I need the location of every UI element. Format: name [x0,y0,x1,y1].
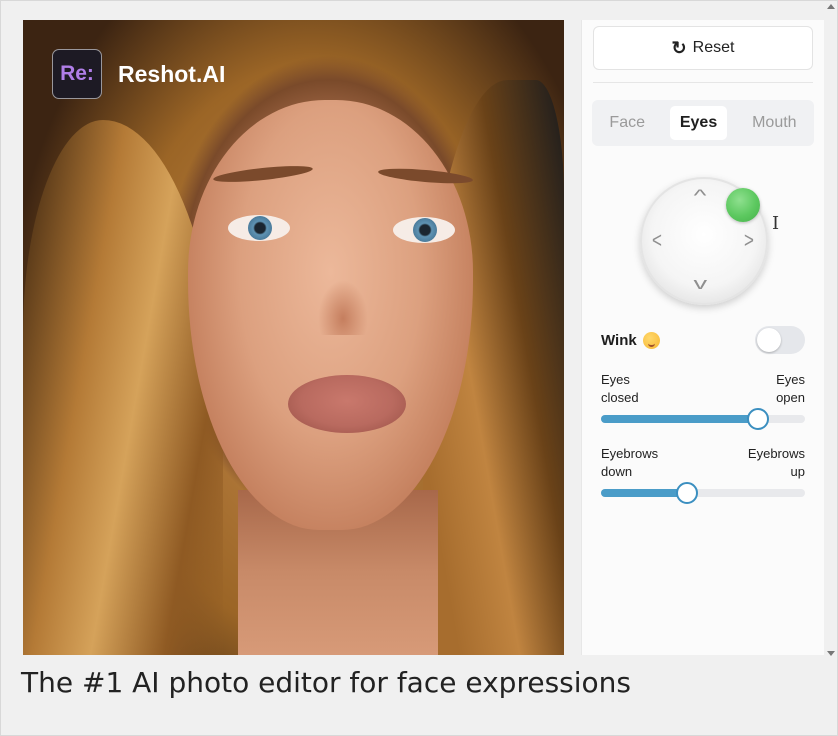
left-eye [228,215,290,241]
lips [288,375,406,433]
caption: The #1 AI photo editor for face expressi… [21,666,631,699]
tab-eyes[interactable]: Eyes [669,106,728,140]
toggle-knob [757,328,781,352]
eyes-open-label: Eyes open [776,372,805,405]
tab-face[interactable]: Face [599,106,655,140]
divider [593,82,813,83]
chevron-right-icon[interactable]: > [744,229,754,251]
nose [318,280,368,335]
eyes-slider-thumb[interactable] [747,408,770,430]
eyebrows-down-label: Eyebrows down [601,446,659,479]
eyebrows-up-label: Eyebrows up [747,446,805,479]
brand: Re: Reshot.AI [52,49,225,99]
wink-row: Wink [601,325,805,355]
eyebrows-slider-labels: Eyebrows down Eyebrows up [601,445,805,481]
wink-text: Wink [601,331,637,349]
refresh-icon: ↻ [671,37,687,58]
text-cursor-icon: I [772,213,780,234]
wink-label: Wink [601,331,660,349]
brand-logo: Re: [52,49,102,99]
chevron-up-icon[interactable]: ^ [694,187,707,204]
video-frame: Re: Reshot.AI ↻ Reset Face Eyes Mouth ^ … [0,0,838,736]
hair-left [23,120,223,655]
scroll-down-icon[interactable] [827,651,835,656]
wink-toggle[interactable] [755,326,805,354]
right-eye [393,217,455,243]
eyes-slider-labels: Eyes closed Eyes open [601,371,805,407]
reset-button[interactable]: ↻ Reset [593,26,813,70]
eyes-closed-label: Eyes closed [601,372,639,405]
winking-face-icon [642,331,660,349]
eyebrows-slider-thumb[interactable] [675,482,698,504]
brand-name: Reshot.AI [118,60,226,87]
tab-mouth[interactable]: Mouth [742,106,806,140]
joystick-knob[interactable] [726,188,760,222]
eyebrows-slider[interactable] [601,482,805,504]
controls-panel: ↻ Reset Face Eyes Mouth ^ v < > I Wink E… [581,20,824,655]
eyebrows-slider-fill [601,489,687,497]
eyes-slider-fill [601,415,759,423]
scroll-up-icon[interactable] [827,4,835,9]
chevron-down-icon[interactable]: v [693,275,707,292]
feature-tabs: Face Eyes Mouth [592,100,814,146]
eyes-slider[interactable] [601,408,805,430]
portrait-photo [23,20,564,655]
chevron-left-icon[interactable]: < [652,229,662,251]
reset-label: Reset [692,39,735,56]
